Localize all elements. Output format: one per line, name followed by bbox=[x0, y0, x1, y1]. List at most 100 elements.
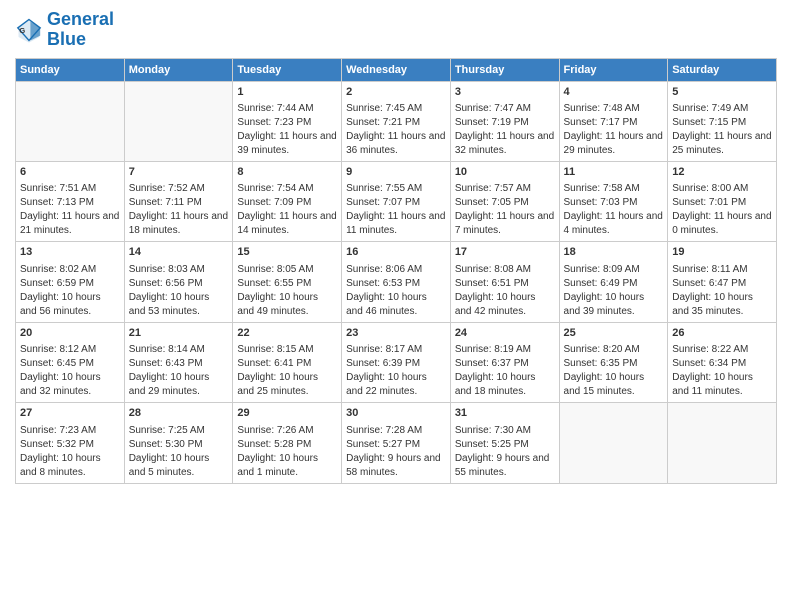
calendar-cell: 13Sunrise: 8:02 AMSunset: 6:59 PMDayligh… bbox=[16, 242, 125, 322]
day-number: 13 bbox=[20, 245, 120, 260]
day-info: Sunset: 6:45 PM bbox=[20, 357, 120, 371]
day-info: Sunrise: 8:20 AM bbox=[564, 343, 664, 357]
day-info: Sunset: 6:34 PM bbox=[672, 357, 772, 371]
day-info: Sunset: 6:59 PM bbox=[20, 277, 120, 291]
calendar-cell: 3Sunrise: 7:47 AMSunset: 7:19 PMDaylight… bbox=[450, 81, 559, 161]
day-number: 18 bbox=[564, 245, 664, 260]
day-info: Daylight: 11 hours and 29 minutes. bbox=[564, 130, 664, 158]
calendar-body: 1Sunrise: 7:44 AMSunset: 7:23 PMDaylight… bbox=[16, 81, 777, 483]
day-number: 19 bbox=[672, 245, 772, 260]
calendar-cell: 14Sunrise: 8:03 AMSunset: 6:56 PMDayligh… bbox=[124, 242, 233, 322]
day-info: Daylight: 10 hours and 35 minutes. bbox=[672, 291, 772, 319]
calendar-week-row: 13Sunrise: 8:02 AMSunset: 6:59 PMDayligh… bbox=[16, 242, 777, 322]
weekday-header: Wednesday bbox=[342, 58, 451, 81]
day-info: Daylight: 10 hours and 5 minutes. bbox=[129, 452, 229, 480]
calendar-cell bbox=[124, 81, 233, 161]
calendar-cell: 4Sunrise: 7:48 AMSunset: 7:17 PMDaylight… bbox=[559, 81, 668, 161]
calendar-cell: 5Sunrise: 7:49 AMSunset: 7:15 PMDaylight… bbox=[668, 81, 777, 161]
calendar-cell bbox=[16, 81, 125, 161]
day-info: Sunset: 6:41 PM bbox=[237, 357, 337, 371]
logo-icon: G bbox=[15, 16, 43, 44]
weekday-header: Friday bbox=[559, 58, 668, 81]
day-info: Sunrise: 7:51 AM bbox=[20, 182, 120, 196]
day-number: 24 bbox=[455, 326, 555, 341]
day-info: Sunrise: 8:19 AM bbox=[455, 343, 555, 357]
calendar-week-row: 6Sunrise: 7:51 AMSunset: 7:13 PMDaylight… bbox=[16, 161, 777, 241]
day-number: 31 bbox=[455, 406, 555, 421]
day-info: Sunrise: 7:26 AM bbox=[237, 424, 337, 438]
calendar-week-row: 27Sunrise: 7:23 AMSunset: 5:32 PMDayligh… bbox=[16, 403, 777, 483]
day-info: Daylight: 10 hours and 18 minutes. bbox=[455, 371, 555, 399]
calendar-cell: 20Sunrise: 8:12 AMSunset: 6:45 PMDayligh… bbox=[16, 322, 125, 402]
calendar-cell: 7Sunrise: 7:52 AMSunset: 7:11 PMDaylight… bbox=[124, 161, 233, 241]
day-info: Sunset: 6:49 PM bbox=[564, 277, 664, 291]
day-info: Daylight: 10 hours and 49 minutes. bbox=[237, 291, 337, 319]
weekday-header: Thursday bbox=[450, 58, 559, 81]
day-info: Sunset: 7:15 PM bbox=[672, 116, 772, 130]
day-number: 20 bbox=[20, 326, 120, 341]
day-info: Sunset: 7:01 PM bbox=[672, 196, 772, 210]
day-info: Sunset: 6:37 PM bbox=[455, 357, 555, 371]
day-info: Sunset: 5:25 PM bbox=[455, 438, 555, 452]
day-info: Daylight: 9 hours and 55 minutes. bbox=[455, 452, 555, 480]
calendar-cell: 1Sunrise: 7:44 AMSunset: 7:23 PMDaylight… bbox=[233, 81, 342, 161]
day-info: Sunset: 6:51 PM bbox=[455, 277, 555, 291]
day-info: Sunset: 5:32 PM bbox=[20, 438, 120, 452]
calendar-cell: 24 Sunrise: 8:19 AMSunset: 6:37 PMDayligh… bbox=[450, 322, 559, 402]
day-info: Daylight: 10 hours and 29 minutes. bbox=[129, 371, 229, 399]
day-number: 11 bbox=[564, 165, 664, 180]
calendar-cell: 28Sunrise: 7:25 AMSunset: 5:30 PMDayligh… bbox=[124, 403, 233, 483]
weekday-header: Saturday bbox=[668, 58, 777, 81]
calendar-cell: 11Sunrise: 7:58 AMSunset: 7:03 PMDayligh… bbox=[559, 161, 668, 241]
day-number: 21 bbox=[129, 326, 229, 341]
day-info: Daylight: 10 hours and 42 minutes. bbox=[455, 291, 555, 319]
day-info: Daylight: 11 hours and 39 minutes. bbox=[237, 130, 337, 158]
calendar-cell: 22Sunrise: 8:15 AMSunset: 6:41 PMDayligh… bbox=[233, 322, 342, 402]
day-info: Sunrise: 8:17 AM bbox=[346, 343, 446, 357]
day-info: Sunset: 7:13 PM bbox=[20, 196, 120, 210]
calendar-cell: 29 Sunrise: 7:26 AMSunset: 5:28 PMDayligh… bbox=[233, 403, 342, 483]
day-info: Daylight: 10 hours and 8 minutes. bbox=[20, 452, 120, 480]
calendar-cell: 30Sunrise: 7:28 AMSunset: 5:27 PMDayligh… bbox=[342, 403, 451, 483]
day-info: Sunset: 5:30 PM bbox=[129, 438, 229, 452]
day-number: 29 bbox=[237, 406, 337, 421]
day-info: Sunset: 7:07 PM bbox=[346, 196, 446, 210]
calendar-header-row: SundayMondayTuesdayWednesdayThursdayFrid… bbox=[16, 58, 777, 81]
day-info: Sunset: 5:28 PM bbox=[237, 438, 337, 452]
day-info: Sunset: 6:39 PM bbox=[346, 357, 446, 371]
day-number: 26 bbox=[672, 326, 772, 341]
day-number: 15 bbox=[237, 245, 337, 260]
calendar-cell: 2Sunrise: 7:45 AMSunset: 7:21 PMDaylight… bbox=[342, 81, 451, 161]
header: G General Blue bbox=[15, 10, 777, 50]
calendar-cell: 8Sunrise: 7:54 AMSunset: 7:09 PMDaylight… bbox=[233, 161, 342, 241]
day-info: Sunrise: 8:06 AM bbox=[346, 263, 446, 277]
day-info: Daylight: 10 hours and 32 minutes. bbox=[20, 371, 120, 399]
day-info: Sunrise: 7:49 AM bbox=[672, 102, 772, 116]
day-number: 9 bbox=[346, 165, 446, 180]
day-info: Sunset: 7:23 PM bbox=[237, 116, 337, 130]
day-info: Sunset: 6:43 PM bbox=[129, 357, 229, 371]
day-info: Daylight: 11 hours and 18 minutes. bbox=[129, 210, 229, 238]
day-info: Sunrise: 8:00 AM bbox=[672, 182, 772, 196]
calendar-cell: 17Sunrise: 8:08 AMSunset: 6:51 PMDayligh… bbox=[450, 242, 559, 322]
page: G General Blue SundayMondayTuesdayWednes… bbox=[0, 0, 792, 612]
weekday-header: Sunday bbox=[16, 58, 125, 81]
calendar-week-row: 1Sunrise: 7:44 AMSunset: 7:23 PMDaylight… bbox=[16, 81, 777, 161]
day-info: Daylight: 10 hours and 11 minutes. bbox=[672, 371, 772, 399]
calendar-cell: 16Sunrise: 8:06 AMSunset: 6:53 PMDayligh… bbox=[342, 242, 451, 322]
calendar-cell: 23Sunrise: 8:17 AMSunset: 6:39 PMDayligh… bbox=[342, 322, 451, 402]
day-info: Daylight: 10 hours and 1 minute. bbox=[237, 452, 337, 480]
day-info: Sunset: 6:47 PM bbox=[672, 277, 772, 291]
logo-blue: Blue bbox=[47, 30, 114, 50]
weekday-header: Monday bbox=[124, 58, 233, 81]
day-info: Sunset: 7:05 PM bbox=[455, 196, 555, 210]
day-info: Sunrise: 8:14 AM bbox=[129, 343, 229, 357]
day-info: Sunset: 6:55 PM bbox=[237, 277, 337, 291]
day-info: Sunrise: 8:22 AM bbox=[672, 343, 772, 357]
day-info: Daylight: 11 hours and 32 minutes. bbox=[455, 130, 555, 158]
day-number: 27 bbox=[20, 406, 120, 421]
day-info: Sunrise: 8:15 AM bbox=[237, 343, 337, 357]
day-info: Daylight: 10 hours and 46 minutes. bbox=[346, 291, 446, 319]
calendar-cell bbox=[668, 403, 777, 483]
calendar-cell: 12Sunrise: 8:00 AMSunset: 7:01 PMDayligh… bbox=[668, 161, 777, 241]
